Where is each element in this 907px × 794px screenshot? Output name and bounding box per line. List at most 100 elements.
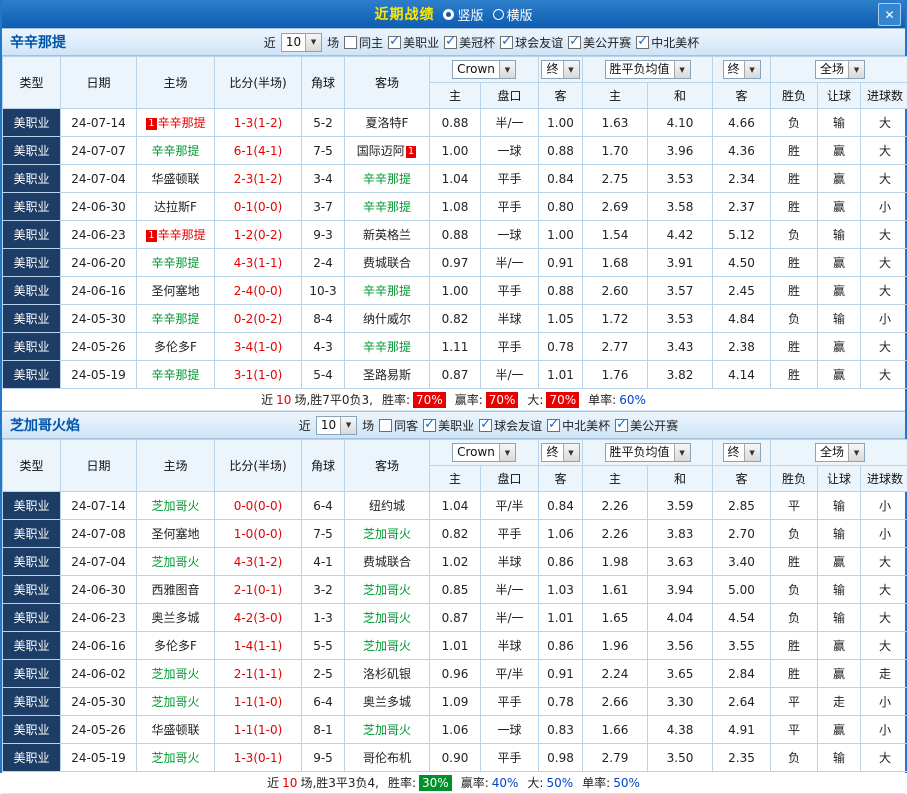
euro-odds-cell: 3.63	[648, 548, 713, 576]
filter-checkbox-3[interactable]: 球会友谊	[500, 34, 563, 51]
bookmaker-select[interactable]: Crown▼	[452, 443, 516, 462]
team-label: 哥伦布机	[363, 751, 411, 765]
handicap-result-cell: 输	[818, 221, 861, 249]
asian-odds-state-select[interactable]: 终▼	[541, 443, 579, 462]
away-team-cell: 辛辛那提	[345, 277, 430, 305]
date-cell: 24-07-07	[61, 137, 137, 165]
team-label: 芝加哥火	[363, 611, 411, 625]
filter-checkbox-4[interactable]: 美公开赛	[568, 34, 631, 51]
checkbox-icon[interactable]	[479, 419, 492, 432]
column-header: 主场	[137, 57, 215, 109]
europe-odds-state-select[interactable]: 终▼	[723, 443, 761, 462]
scope-select[interactable]: 全场▼	[815, 443, 865, 462]
asian-odds-cell: 1.03	[539, 576, 583, 604]
date-cell: 24-06-30	[61, 193, 137, 221]
filter-checkbox-4[interactable]: 美公开赛	[615, 417, 678, 434]
chevron-down-icon: ▼	[305, 34, 321, 51]
summary-near-label: 近	[261, 391, 273, 408]
euro-odds-cell: 1.63	[583, 109, 648, 137]
home-team-cell: 西雅图音	[137, 576, 215, 604]
asian-odds-state-select[interactable]: 终▼	[541, 60, 579, 79]
score-cell: 2-4(0-0)	[215, 277, 302, 305]
away-team-cell: 费城联合	[345, 548, 430, 576]
summary-stat-value: 70%	[413, 392, 446, 408]
euro-odds-cell: 3.58	[648, 193, 713, 221]
checkbox-icon[interactable]	[568, 36, 581, 49]
match-count-select[interactable]: 10▼	[316, 416, 357, 435]
handicap-result-cell: 赢	[818, 193, 861, 221]
radio-vertical[interactable]: 竖版	[443, 5, 483, 24]
goals-result-cell: 大	[861, 165, 907, 193]
radio-button-icon[interactable]	[493, 9, 504, 20]
match-count-select[interactable]: 10▼	[281, 33, 322, 52]
checkbox-icon[interactable]	[636, 36, 649, 49]
summary-stat-value: 70%	[546, 392, 579, 408]
home-team-cell: 华盛顿联	[137, 165, 215, 193]
asian-odds-cell: 0.82	[430, 305, 481, 333]
corner-cell: 6-4	[302, 688, 345, 716]
goals-result-cell: 小	[861, 193, 907, 221]
handicap-result-cell: 赢	[818, 333, 861, 361]
asian-odds-cell: 0.88	[539, 277, 583, 305]
close-button[interactable]: ✕	[878, 3, 901, 26]
europe-odds-state-select-value: 终	[728, 444, 740, 461]
filter-checkbox-3[interactable]: 中北美杯	[547, 417, 610, 434]
europe-odds-type-select[interactable]: 胜平负均值▼	[605, 443, 691, 462]
corner-cell: 2-4	[302, 249, 345, 277]
filter-checkbox-1[interactable]: 美职业	[388, 34, 439, 51]
corner-cell: 1-3	[302, 604, 345, 632]
checkbox-icon[interactable]	[547, 419, 560, 432]
league-cell: 美职业	[3, 716, 61, 744]
scope-select[interactable]: 全场▼	[815, 60, 865, 79]
result-cell: 胜	[771, 548, 818, 576]
league-cell: 美职业	[3, 193, 61, 221]
goals-result-cell: 大	[861, 604, 907, 632]
filter-checkbox-1[interactable]: 美职业	[423, 417, 474, 434]
radio-horizontal[interactable]: 横版	[493, 5, 533, 24]
match-row: 美职业24-06-16圣何塞地2-4(0-0)10-3辛辛那提1.00平手0.8…	[3, 277, 907, 305]
europe-odds-state-select[interactable]: 终▼	[723, 60, 761, 79]
checkbox-icon[interactable]	[444, 36, 457, 49]
league-cell: 美职业	[3, 632, 61, 660]
away-team-cell: 辛辛那提	[345, 193, 430, 221]
asian-odds-cell: 1.00	[430, 137, 481, 165]
filter-checkbox-0[interactable]: 同主	[344, 34, 383, 51]
filter-checkbox-2[interactable]: 球会友谊	[479, 417, 542, 434]
bookmaker-select[interactable]: Crown▼	[452, 60, 516, 79]
asian-odds-cell: 0.86	[539, 548, 583, 576]
asian-odds-cell: 1.02	[430, 548, 481, 576]
asian-odds-cell: 0.97	[430, 249, 481, 277]
date-cell: 24-07-14	[61, 109, 137, 137]
checkbox-icon[interactable]	[500, 36, 513, 49]
recent-results-popup: 近期战绩 竖版 横版 ✕ 辛辛那提近10▼场同主美职业美冠杯球会友谊美公开赛中北…	[0, 0, 907, 773]
europe-odds-type-select[interactable]: 胜平负均值▼	[605, 60, 691, 79]
checkbox-icon[interactable]	[388, 36, 401, 49]
corner-cell: 9-5	[302, 744, 345, 772]
asian-odds-cell: 0.83	[539, 716, 583, 744]
section-header-bar: 辛辛那提近10▼场同主美职业美冠杯球会友谊美公开赛中北美杯	[2, 28, 905, 56]
filter-checkbox-5[interactable]: 中北美杯	[636, 34, 699, 51]
league-cell: 美职业	[3, 333, 61, 361]
asian-odds-cell: 半球	[481, 632, 539, 660]
asian-odds-cell: 0.80	[539, 193, 583, 221]
score-cell: 1-1(1-0)	[215, 688, 302, 716]
checkbox-icon[interactable]	[379, 419, 392, 432]
checkbox-icon[interactable]	[423, 419, 436, 432]
checkbox-icon[interactable]	[344, 36, 357, 49]
filter-checkbox-0[interactable]: 同客	[379, 417, 418, 434]
checkbox-icon[interactable]	[615, 419, 628, 432]
sections-host: 辛辛那提近10▼场同主美职业美冠杯球会友谊美公开赛中北美杯类型日期主场比分(半场…	[2, 28, 905, 794]
radio-button-icon[interactable]	[443, 9, 454, 20]
summary-stat-label: 大:	[527, 774, 543, 791]
bookmaker-select-value: Crown	[457, 444, 495, 461]
score-cell: 3-4(1-0)	[215, 333, 302, 361]
filter-checkbox-2[interactable]: 美冠杯	[444, 34, 495, 51]
result-cell: 胜	[771, 361, 818, 389]
result-cell: 负	[771, 221, 818, 249]
summary-stat-value: 50%	[546, 776, 573, 790]
euro-odds-cell: 3.53	[648, 165, 713, 193]
europe-state-header-cell: 终▼	[713, 440, 771, 466]
filter-checkbox-1-label: 美职业	[403, 34, 439, 51]
filter-checkbox-1-label: 美职业	[438, 417, 474, 434]
team-label: 多伦多F	[154, 340, 197, 354]
